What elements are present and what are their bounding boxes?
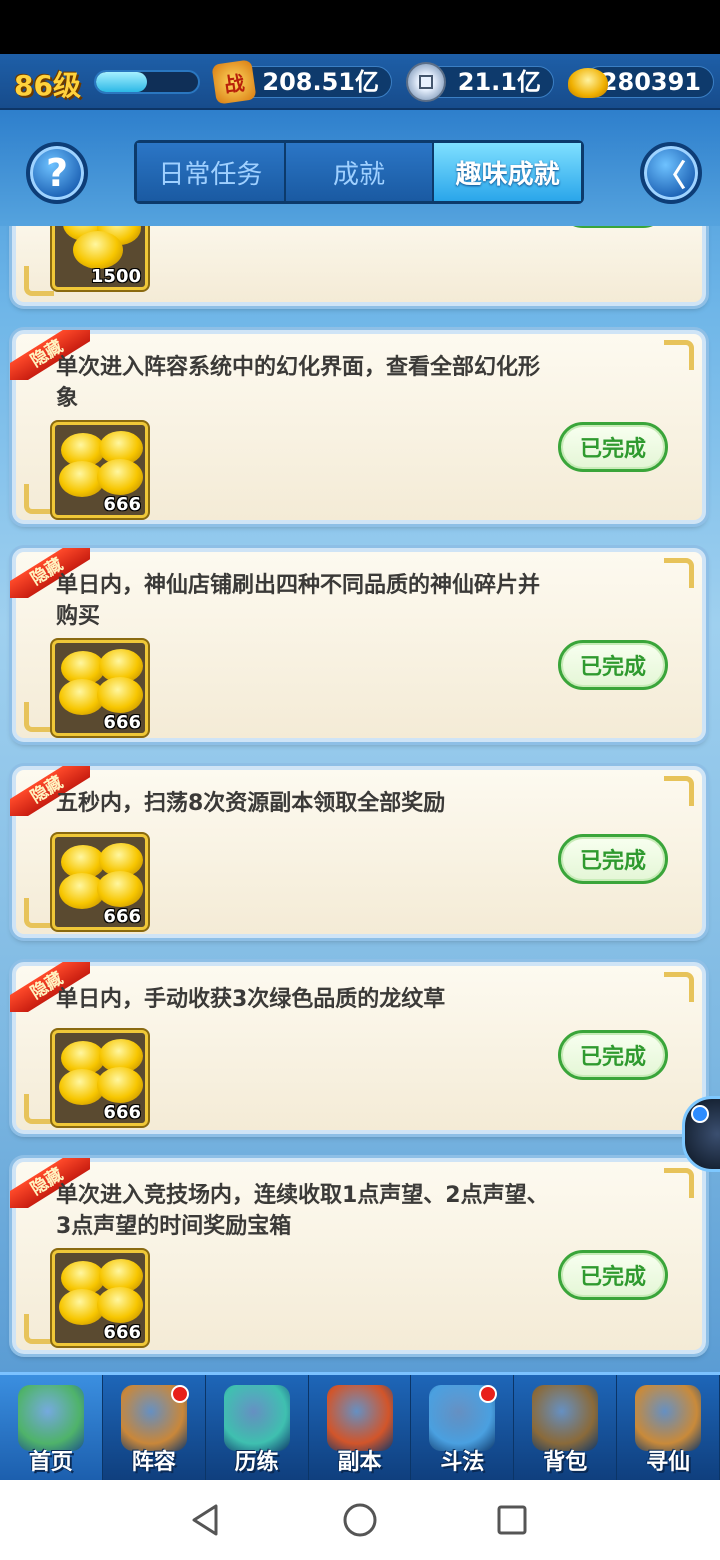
achievement-card: 隐藏 单次进入竞技场内，连续收取1点声望、2点声望、3点声望的时间奖励宝箱 66… [10, 1158, 706, 1354]
nav-label: 背包 [543, 1450, 588, 1475]
reward-icon[interactable]: 666 [52, 640, 148, 736]
completed-button[interactable]: 已完成 [558, 422, 668, 472]
card-corner-ornament [24, 898, 54, 928]
gold-ingot-graphic [97, 1067, 143, 1103]
reward-icon[interactable]: 666 [52, 1250, 148, 1346]
achievement-description: 五秒内，扫荡8次资源副本领取全部奖励 [56, 791, 446, 816]
gold-ingot-graphic [97, 677, 143, 713]
card-corner-ornament [24, 266, 54, 296]
achievement-description: 单次进入竞技场内，连续收取1点声望、2点声望、3点声望的时间奖励宝箱 [56, 1183, 549, 1239]
nav-battle[interactable]: 斗法 [411, 1375, 515, 1480]
completed-button[interactable]: 已完成 [558, 226, 668, 228]
reward-quantity: 666 [103, 1102, 141, 1123]
completed-button[interactable]: 已完成 [558, 1030, 668, 1080]
resource-bar: 86级 208.51亿 战 21.1亿 280391 [0, 54, 720, 110]
card-corner-ornament [24, 702, 54, 732]
reward-quantity: 666 [103, 712, 141, 733]
card-corner-ornament [24, 1314, 54, 1344]
notification-dot [691, 1105, 709, 1123]
card-corner-ornament [664, 558, 694, 588]
achievement-card: 隐藏 五秒内，扫荡8次资源副本领取全部奖励 666 已完成 [10, 766, 706, 938]
nav-label: 寻仙 [646, 1450, 691, 1475]
reward-quantity: 1500 [90, 266, 141, 287]
nav-label: 历练 [234, 1450, 279, 1475]
card-corner-ornament [664, 340, 694, 370]
combat-power-icon: 战 [211, 59, 257, 105]
home-circle-icon[interactable] [342, 1502, 378, 1538]
completed-button[interactable]: 已完成 [558, 1250, 668, 1300]
reward-quantity: 666 [103, 1322, 141, 1343]
tab-daily-tasks[interactable]: 日常任务 [137, 143, 286, 201]
achievement-card: 隐藏 单次进入阵容系统中的幻化界面，查看全部幻化形象 666 已完成 [10, 330, 706, 524]
achievement-description: 单次进入阵容系统中的幻化界面，查看全部幻化形象 [56, 355, 541, 411]
gold-ingot-icon [568, 68, 608, 98]
backpack-icon [532, 1385, 599, 1451]
gold-ingot-graphic [97, 459, 143, 495]
help-button[interactable]: ? [26, 142, 88, 204]
nav-backpack[interactable]: 背包 [514, 1375, 618, 1480]
completed-button[interactable]: 已完成 [558, 834, 668, 884]
tab-fun-achievements[interactable]: 趣味成就 [434, 143, 582, 201]
tab-bar: 日常任务 成就 趣味成就 [134, 140, 584, 204]
nav-label: 首页 [28, 1450, 73, 1475]
card-corner-ornament [24, 484, 54, 514]
exp-bar-fill [96, 72, 147, 92]
dungeon-gate-icon [326, 1385, 393, 1451]
status-bar [0, 0, 720, 54]
nav-dungeon[interactable]: 副本 [309, 1375, 412, 1480]
recents-square-icon[interactable] [494, 1502, 530, 1538]
header: ? 日常任务 成就 趣味成就 〈 [0, 110, 720, 226]
nav-label: 阵容 [131, 1450, 176, 1475]
exp-bar [94, 70, 200, 94]
back-triangle-icon[interactable] [188, 1502, 224, 1538]
nav-home[interactable]: 首页 [0, 1375, 103, 1480]
home-icon [17, 1385, 84, 1451]
game-screen: 86级 208.51亿 战 21.1亿 280391 ? 日常任务 成就 趣味成… [0, 54, 720, 1480]
system-navigation-bar [0, 1480, 720, 1560]
reward-quantity: 666 [103, 494, 141, 515]
achievement-card: 隐藏 单日内，手动收获3次绿色品质的龙纹草 666 已完成 [10, 962, 706, 1134]
nav-lineup[interactable]: 阵容 [103, 1375, 206, 1480]
scroll-icon [635, 1385, 702, 1451]
nav-training[interactable]: 历练 [206, 1375, 309, 1480]
achievement-description: 单日内，手动收获3次绿色品质的龙纹草 [56, 987, 446, 1012]
reward-icon[interactable]: 666 [52, 834, 148, 930]
nav-label: 斗法 [440, 1450, 485, 1475]
combat-power-value: 208.51亿 [232, 66, 392, 98]
completed-button[interactable]: 已完成 [558, 640, 668, 690]
notification-badge [170, 1385, 189, 1403]
reward-icon[interactable]: 666 [52, 422, 148, 518]
coin-icon [406, 62, 446, 102]
card-corner-ornament [664, 776, 694, 806]
training-icon [223, 1385, 290, 1451]
nav-label: 副本 [337, 1450, 382, 1475]
nav-seek-immortal[interactable]: 寻仙 [617, 1375, 720, 1480]
achievement-card: 1500 已完成 [12, 226, 706, 306]
card-corner-ornament [24, 1094, 54, 1124]
achievement-description: 单日内，神仙店铺刷出四种不同品质的神仙碎片并购买 [56, 573, 541, 629]
card-corner-ornament [664, 1168, 694, 1198]
achievement-list[interactable]: 1500 已完成 隐藏 单次进入阵容系统中的幻化界面，查看全部幻化形象 666 … [0, 226, 720, 1372]
floating-assistant-button[interactable] [682, 1096, 720, 1172]
reward-icon[interactable]: 1500 [52, 226, 148, 290]
gold-ingot-graphic [73, 231, 123, 269]
player-level: 86级 [14, 69, 81, 102]
achievement-card: 隐藏 单日内，神仙店铺刷出四种不同品质的神仙碎片并购买 666 已完成 [10, 548, 706, 742]
reward-quantity: 666 [103, 906, 141, 927]
bottom-nav: 首页 阵容 历练 副本 斗法 背包 寻仙 [0, 1372, 720, 1480]
gold-ingot-graphic [97, 871, 143, 907]
tab-achievements[interactable]: 成就 [285, 143, 435, 201]
reward-icon[interactable]: 666 [52, 1030, 148, 1126]
card-corner-ornament [664, 972, 694, 1002]
back-button[interactable]: 〈 [640, 142, 702, 204]
gold-ingot-graphic [97, 1287, 143, 1323]
